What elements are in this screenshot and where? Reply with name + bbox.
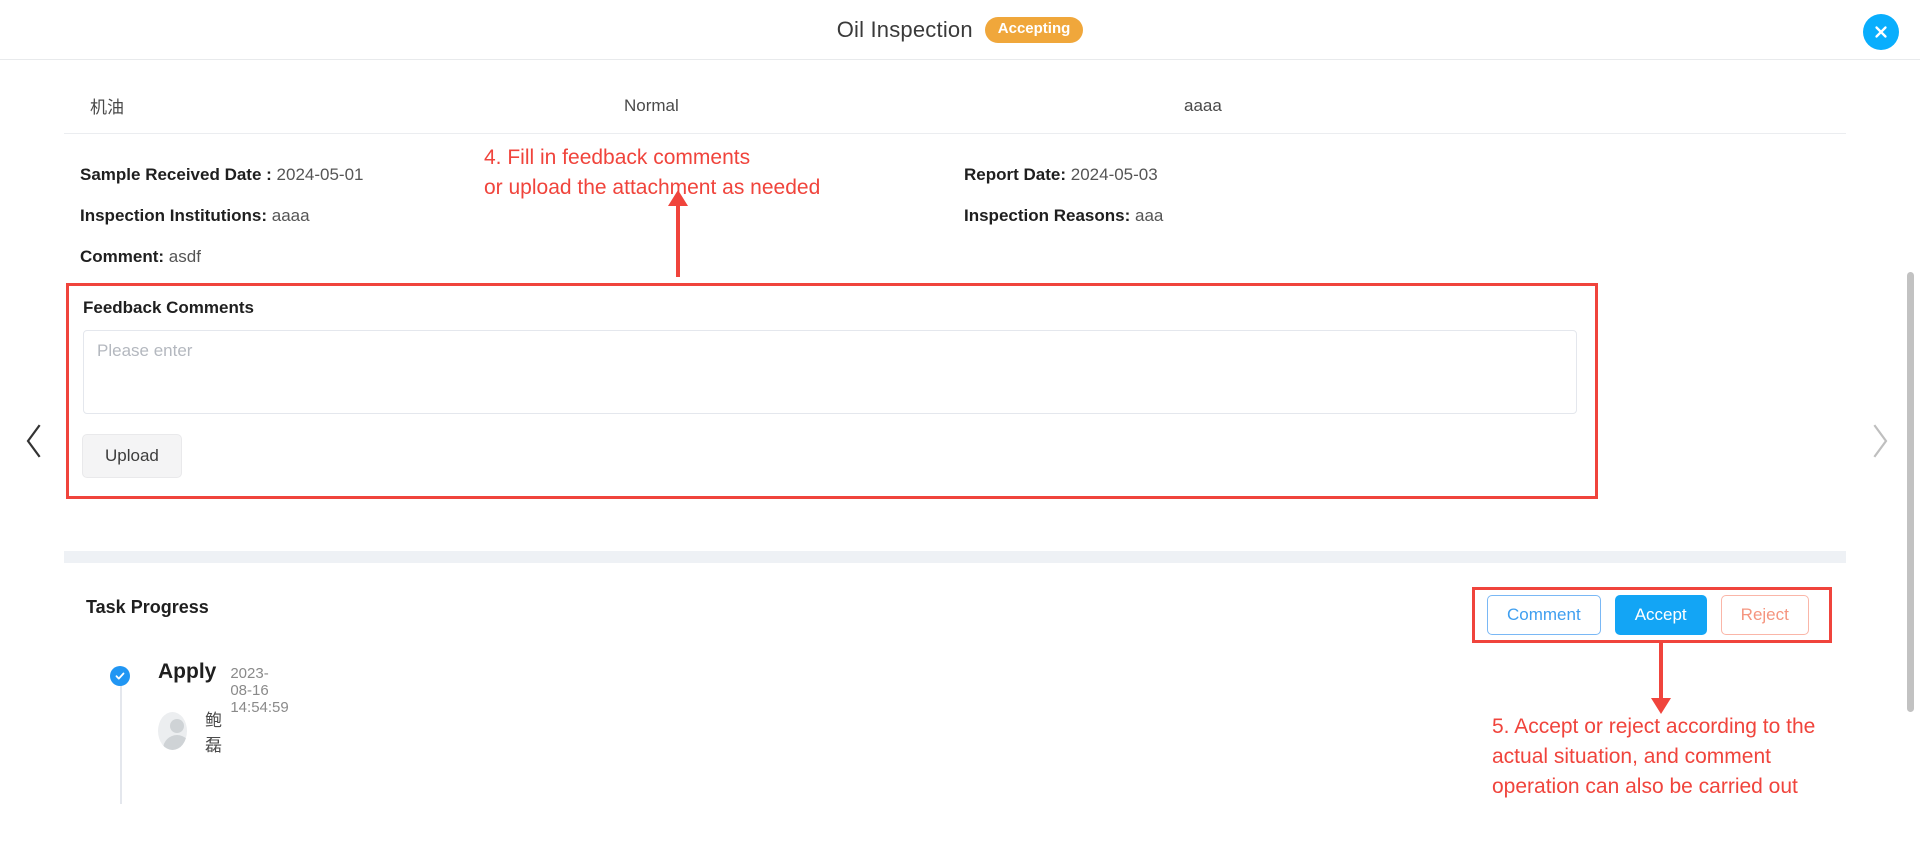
timeline-timestamp: 2023-08-16 14:54:59 <box>230 665 289 716</box>
feedback-comments-label: Feedback Comments <box>83 298 254 317</box>
detail-label: Inspection Institutions: <box>80 206 267 225</box>
timeline-user-name: 鲍磊 <box>205 711 223 755</box>
annotation-step-5: 5. Accept or reject according to the act… <box>1492 715 1816 798</box>
inspection-items-table: 机油 Normal aaaa <box>64 78 1846 134</box>
timeline-step-name: Apply <box>158 660 217 683</box>
chevron-right-icon <box>1868 422 1892 465</box>
avatar-body <box>163 735 188 750</box>
next-record-button[interactable] <box>1860 418 1900 468</box>
timeline-connector <box>120 682 122 804</box>
prev-record-button[interactable] <box>14 418 54 468</box>
detail-inspection-institutions: Inspection Institutions: aaaa <box>80 206 600 226</box>
scrollbar-thumb[interactable] <box>1907 272 1914 712</box>
reject-button[interactable]: Reject <box>1720 594 1809 636</box>
detail-inspection-reasons: Inspection Reasons: aaa <box>964 206 1584 226</box>
details-right-column: Report Date: 2024-05-03 Inspection Reaso… <box>964 165 1584 247</box>
detail-value: aaa <box>1135 206 1164 225</box>
detail-value: asdf <box>168 247 201 266</box>
annotation-arrow-down <box>1651 642 1671 714</box>
timeline-entry-user: 鲍磊 <box>158 706 231 756</box>
task-progress-title: Task Progress <box>86 597 209 617</box>
detail-value: aaaa <box>271 206 310 225</box>
cell-result: Normal <box>624 95 679 115</box>
avatar-head <box>170 719 184 733</box>
chevron-left-icon <box>22 422 46 465</box>
check-circle-icon <box>110 666 130 686</box>
comment-button[interactable]: Comment <box>1487 594 1601 636</box>
close-icon <box>1871 22 1891 42</box>
cell-note: aaaa <box>1184 95 1222 115</box>
feedback-comments-panel: Feedback Comments <box>66 283 1598 499</box>
detail-value: 2024-05-03 <box>1070 165 1158 184</box>
cell-item-name: 机油 <box>90 98 124 117</box>
detail-label: Inspection Reasons: <box>964 206 1131 225</box>
detail-label: Comment: <box>80 247 165 266</box>
detail-label: Sample Received Date : <box>80 165 272 184</box>
page-title: Oil Inspection <box>836 17 973 42</box>
header-title-group: Oil Inspection Accepting <box>0 0 1920 60</box>
oil-inspection-dialog: Oil Inspection Accepting 机油 Normal aaaa … <box>0 0 1920 867</box>
avatar <box>158 712 188 750</box>
detail-comment: Comment: asdf <box>80 247 600 267</box>
close-button[interactable] <box>1863 14 1899 50</box>
table-row: 机油 Normal aaaa <box>64 78 1846 134</box>
annotation-step-4: 4. Fill in feedback comments or upload t… <box>484 146 821 199</box>
status-badge: Accepting <box>984 17 1084 43</box>
action-buttons-group: Comment Accept Reject <box>1472 587 1832 643</box>
detail-value: 2024-05-01 <box>276 165 364 184</box>
annotation-arrow-up <box>668 190 688 277</box>
feedback-comments-input[interactable] <box>83 330 1577 414</box>
dialog-header: Oil Inspection Accepting <box>0 0 1920 60</box>
detail-label: Report Date: <box>964 165 1067 184</box>
upload-button[interactable]: Upload <box>82 434 182 478</box>
accept-button[interactable]: Accept <box>1614 594 1707 636</box>
detail-report-date: Report Date: 2024-05-03 <box>964 165 1584 185</box>
section-divider <box>64 551 1846 563</box>
scrollbar-track[interactable] <box>1907 60 1918 867</box>
